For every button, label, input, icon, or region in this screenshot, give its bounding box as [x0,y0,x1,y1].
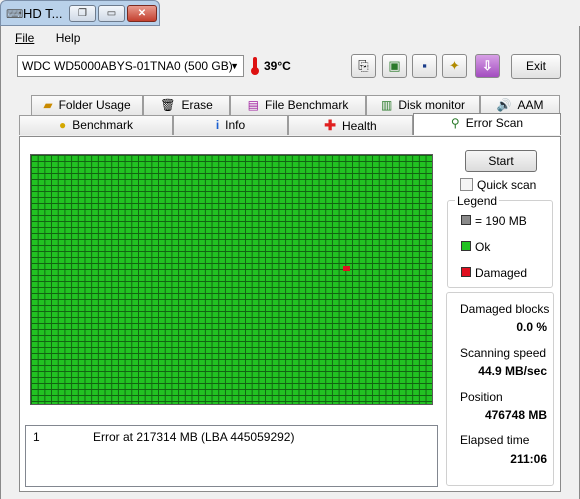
start-button[interactable]: Start [465,150,537,172]
trash-icon: 🗑 [160,98,176,112]
menu-help[interactable]: Help [56,31,81,45]
chevron-down-icon: ▼ [230,61,239,71]
health-cross-icon: ✚ [324,117,337,133]
tab-disk-monitor[interactable]: ▥ Disk monitor [366,95,480,115]
log-entry-number: 1 [33,430,40,444]
copy-icon: ⎘ [358,58,369,73]
error-log-list[interactable]: 1 Error at 217314 MB (LBA 445059292) [25,425,438,487]
save-button[interactable]: ▪ [412,54,437,78]
legend-damaged: Damaged [461,266,527,280]
legend-group: Legend = 190 MB Ok Damaged [447,194,553,288]
position-label: Position [460,390,503,404]
copy-image-button[interactable]: ▣ [382,54,407,78]
menu-bar: File Help [15,31,98,45]
error-scan-panel: 1 Error at 217314 MB (LBA 445059292) Star… [19,136,561,492]
tab-file-benchmark[interactable]: ▤ File Benchmark [230,95,366,115]
magnifier-icon: ⚲ [450,116,460,130]
tab-aam[interactable]: 🔊 AAM [480,95,560,115]
checkbox-box[interactable] [460,178,473,191]
legend-ok: Ok [461,240,490,254]
monitor-icon: ▥ [380,98,393,112]
disk-select[interactable]: WDC WD5000ABYS-01TNA0 (500 GB) ▼ [17,55,244,77]
tab-health[interactable]: ✚ Health [288,115,413,135]
scan-stats-group: Damaged blocks 0.0 % Scanning speed 44.9… [446,292,554,486]
title-bar: ⌨ HD T... ❐ ▭ ✕ [0,0,160,26]
copy-text-button[interactable]: ⎘ [351,54,376,78]
legend-block-size: = 190 MB [461,214,527,228]
tab-erase[interactable]: 🗑 Erase [143,95,230,115]
temperature-readout: 39°C [264,59,291,73]
thermometer-icon [251,57,259,75]
bulb-icon: ● [59,118,67,132]
exit-button[interactable]: Exit [511,54,561,79]
scanning-speed-label: Scanning speed [460,346,547,360]
file-benchmark-icon: ▤ [247,98,259,112]
tab-benchmark[interactable]: ● Benchmark [19,115,173,135]
tab-error-scan[interactable]: ⚲ Error Scan [413,113,561,135]
ok-swatch [461,241,471,251]
legend-title: Legend [455,194,500,208]
tab-folder-usage[interactable]: ▰ Folder Usage [31,95,143,115]
position-value: 476748 MB [484,408,547,422]
tools-icon: ✦ [449,58,460,73]
damaged-blocks-value: 0.0 % [516,320,547,334]
log-entry-text: Error at 217314 MB (LBA 445059292) [93,430,295,444]
quick-scan-label: Quick scan [477,178,537,192]
main-window: File Help WDC WD5000ABYS-01TNA0 (500 GB)… [0,26,580,499]
damaged-block [343,266,350,271]
maximize-button[interactable]: ▭ [98,5,125,22]
restore-window-button[interactable]: ❐ [69,5,96,22]
tab-info[interactable]: i Info [173,115,288,135]
scan-block-map [30,154,433,405]
floppy-icon: ▪ [422,58,427,73]
scanning-speed-value: 44.9 MB/sec [478,364,547,378]
list-item[interactable]: 1 Error at 217314 MB (LBA 445059292) [33,430,294,444]
block-swatch [461,215,471,225]
elapsed-time-label: Elapsed time [460,433,530,447]
damaged-blocks-label: Damaged blocks [460,302,550,316]
disk-select-value: WDC WD5000ABYS-01TNA0 (500 GB) [22,59,233,73]
close-button[interactable]: ✕ [127,5,157,22]
app-icon: ⌨ [6,7,24,21]
info-icon: i [215,118,220,132]
folder-icon: ▰ [43,98,53,112]
damaged-swatch [461,267,471,277]
down-arrow-icon: ⇩ [482,58,493,73]
elapsed-time-value: 211:06 [510,452,547,466]
options-button[interactable]: ✦ [442,54,467,78]
copy-image-icon: ▣ [388,58,401,73]
menu-file[interactable]: File [15,31,34,45]
download-button[interactable]: ⇩ [475,54,500,78]
quick-scan-checkbox[interactable]: Quick scan [460,178,536,192]
window-title: HD T... [23,6,63,21]
